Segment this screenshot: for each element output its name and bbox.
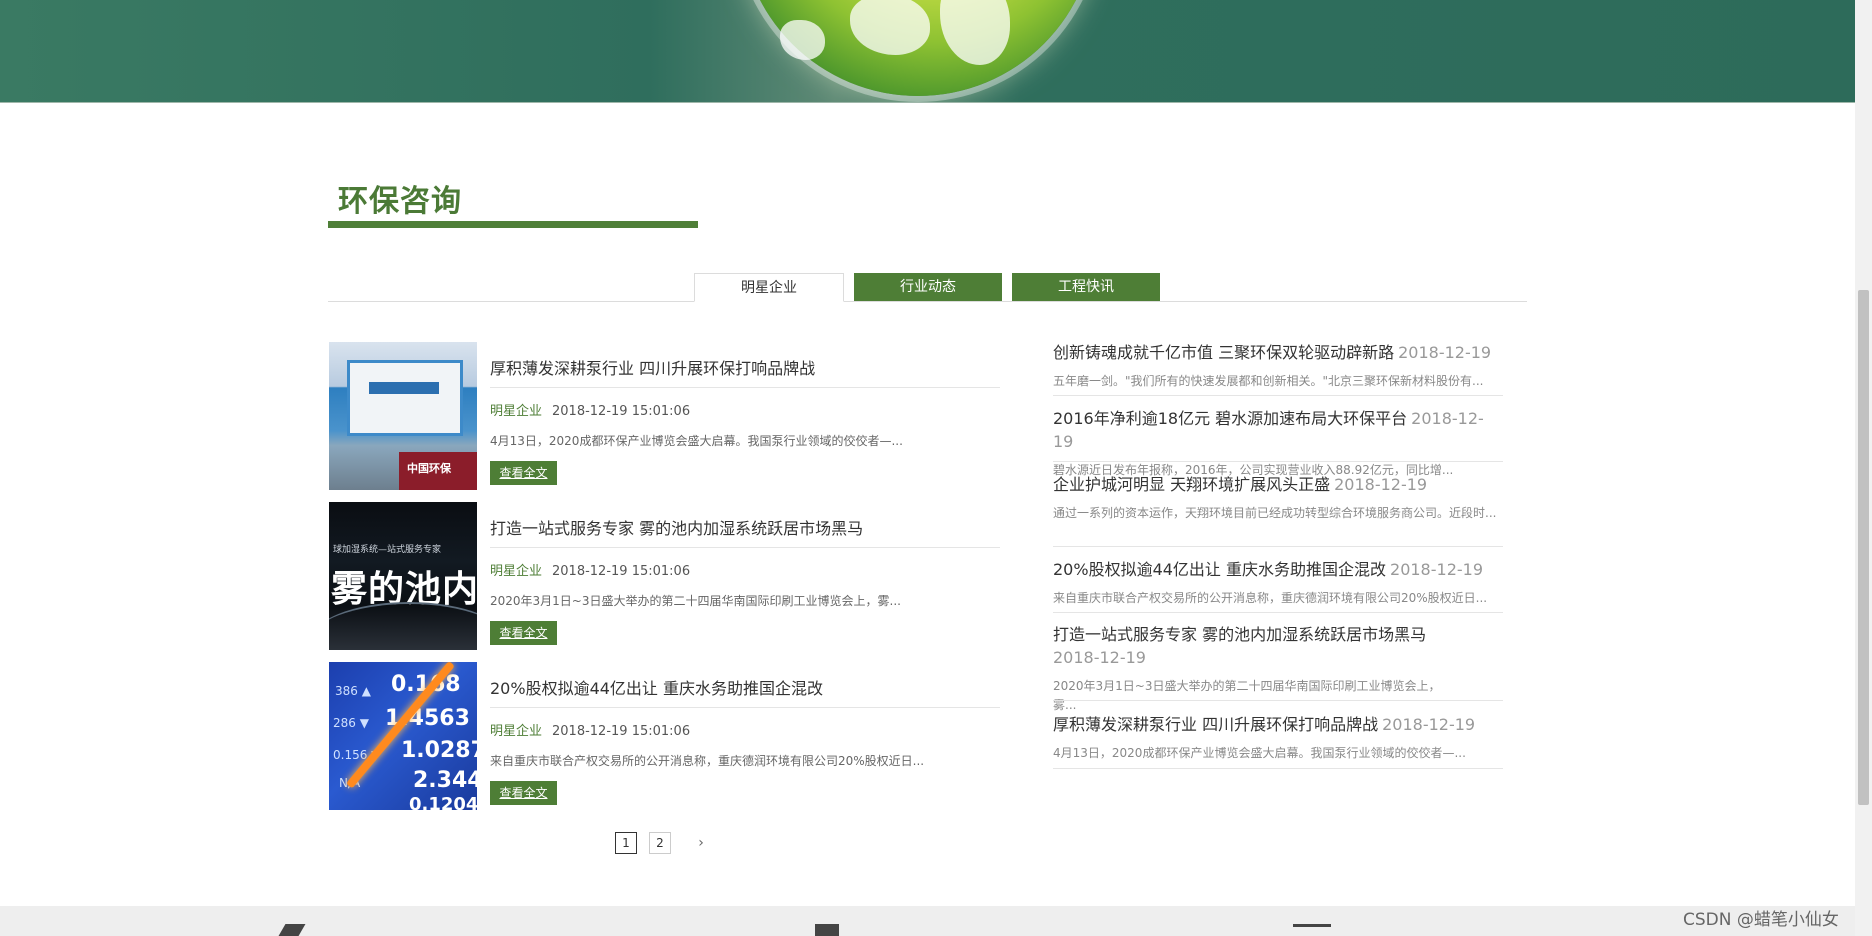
news-category[interactable]: 明星企业 [490, 564, 542, 579]
thumbnail-caption: 球加湿系统—站式服务专家 [333, 545, 442, 555]
news-title[interactable]: 厚积薄发深耕泵行业 四川升展环保打响品牌战 [490, 355, 815, 379]
globe-image [740, 0, 1096, 96]
side-news-title[interactable]: 企业护城河明显 天翔环境扩展风头正盛 [1053, 475, 1330, 494]
news-item: 0.168 1.4563 1.0287 2.344 0.1204 386 ▲ 2… [328, 661, 1000, 811]
divider [490, 707, 1000, 708]
screen-icon [1293, 924, 1331, 927]
side-news-date: 2018-12-19 [1334, 475, 1428, 494]
news-thumbnail[interactable]: 球加湿系统—站式服务专家 雾的池内 [329, 502, 477, 650]
news-summary: 4月13日，2020成都环保产业博览会盛大启幕。我国泵行业领域的佼佼者—... [490, 434, 903, 448]
section-title: 环保咨询 [338, 184, 462, 219]
tab-star-enterprise[interactable]: 明星企业 [694, 273, 844, 302]
scrollbar-thumb[interactable] [1858, 290, 1869, 805]
news-thumbnail[interactable]: 0.168 1.4563 1.0287 2.344 0.1204 386 ▲ 2… [329, 662, 477, 810]
side-news-summary: 五年磨一剑。"我们所有的快速发展都和创新相关。"北京三聚环保新材料股份有... [1053, 374, 1484, 388]
tab-baseline [328, 301, 1527, 302]
divider [1053, 546, 1503, 547]
divider [1053, 461, 1503, 462]
news-summary: 2020年3月1日~3日盛大举办的第二十四届华南国际印刷工业博览会上，雾... [490, 594, 901, 608]
side-news-title[interactable]: 2016年净利逾18亿元 碧水源加速布局大环保平台 [1053, 409, 1407, 428]
pagination-next-icon[interactable]: › [690, 832, 712, 854]
news-meta: 明星企业 2018-12-19 15:01:06 [490, 400, 690, 419]
side-news-date: 2018-12-19 [1398, 343, 1492, 362]
side-news-date: 2018-12-19 [1382, 715, 1476, 734]
news-summary: 来自重庆市联合产权交易所的公开消息称，重庆德润环境有限公司20%股权近日... [490, 754, 925, 768]
phone-icon [815, 924, 839, 936]
side-news-title[interactable]: 厚积薄发深耕泵行业 四川升展环保打响品牌战 [1053, 715, 1378, 734]
divider [1053, 700, 1503, 701]
side-news-summary: 2020年3月1日~3日盛大举办的第二十四届华南国际印刷工业博览会上，雾... [1053, 679, 1441, 712]
news-title[interactable]: 打造一站式服务专家 雾的池内加湿系统跃居市场黑马 [490, 515, 863, 539]
section-title-underline [328, 221, 698, 228]
read-more-button[interactable]: 查看全文 [490, 461, 557, 485]
tab-industry-news[interactable]: 行业动态 [854, 273, 1002, 301]
side-news-summary: 通过一系列的资本运作，天翔环境目前已经成功转型综合环境服务商公司。近段时... [1053, 506, 1497, 520]
side-news-summary: 来自重庆市联合产权交易所的公开消息称，重庆德润环境有限公司20%股权近日... [1053, 591, 1488, 605]
divider [490, 387, 1000, 388]
read-more-button[interactable]: 查看全文 [490, 621, 557, 645]
footer-strip [0, 906, 1855, 936]
side-news-date: 2018-12-19 [1053, 648, 1146, 667]
divider [1053, 612, 1503, 613]
page-scrollbar[interactable] [1855, 0, 1872, 936]
news-meta: 明星企业 2018-12-19 15:01:06 [490, 560, 690, 579]
news-item: 中国环保 厚积薄发深耕泵行业 四川升展环保打响品牌战 明星企业 2018-12-1… [328, 341, 1000, 491]
side-news-summary: 4月13日，2020成都环保产业博览会盛大启幕。我国泵行业领域的佼佼者—... [1053, 746, 1466, 760]
news-datetime: 2018-12-19 15:01:06 [552, 724, 691, 739]
side-news-item: 企业护城河明显 天翔环境扩展风头正盛 2018-12-19 通过一系列的资本运作，… [1053, 473, 1503, 523]
pagination-page-1[interactable]: 1 [615, 832, 637, 854]
side-news-item: 创新铸魂成就千亿市值 三聚环保双轮驱动辟新路 2018-12-19 五年磨一剑。"… [1053, 341, 1503, 391]
news-item: 球加湿系统—站式服务专家 雾的池内 打造一站式服务专家 雾的池内加湿系统跃居市场… [328, 501, 1000, 651]
news-category[interactable]: 明星企业 [490, 724, 542, 739]
news-category[interactable]: 明星企业 [490, 404, 542, 419]
side-news-date: 2018-12-19 [1390, 560, 1483, 579]
side-news-title[interactable]: 20%股权拟逾44亿出让 重庆水务助推国企混改 [1053, 560, 1386, 579]
divider [1053, 768, 1503, 769]
hero-banner [0, 0, 1855, 103]
divider [1053, 395, 1503, 396]
read-more-button[interactable]: 查看全文 [490, 781, 557, 805]
news-meta: 明星企业 2018-12-19 15:01:06 [490, 720, 690, 739]
news-datetime: 2018-12-19 15:01:06 [552, 404, 691, 419]
pagination-page-2[interactable]: 2 [649, 832, 671, 854]
side-news-item: 20%股权拟逾44亿出让 重庆水务助推国企混改 2018-12-19 来自重庆市联… [1053, 558, 1503, 608]
csdn-watermark: CSDN @蜡笔小仙女 [1683, 910, 1839, 930]
divider [490, 547, 1000, 548]
side-news-item: 打造一站式服务专家 雾的池内加湿系统跃居市场黑马 2018-12-19 2020年… [1053, 623, 1453, 715]
news-datetime: 2018-12-19 15:01:06 [552, 564, 691, 579]
thumbnail-watermark: 中国环保 [407, 462, 451, 475]
news-thumbnail[interactable]: 中国环保 [329, 342, 477, 490]
news-title[interactable]: 20%股权拟逾44亿出让 重庆水务助推国企混改 [490, 675, 823, 699]
side-news-title[interactable]: 创新铸魂成就千亿市值 三聚环保双轮驱动辟新路 [1053, 343, 1394, 362]
side-news-title[interactable]: 打造一站式服务专家 雾的池内加湿系统跃居市场黑马 [1053, 625, 1426, 644]
tab-engineering-news[interactable]: 工程快讯 [1012, 273, 1160, 301]
side-news-item: 厚积薄发深耕泵行业 四川升展环保打响品牌战 2018-12-19 4月13日，20… [1053, 713, 1503, 763]
side-news-item: 2016年净利逾18亿元 碧水源加速布局大环保平台 2018-12-19 碧水源近… [1053, 407, 1503, 480]
